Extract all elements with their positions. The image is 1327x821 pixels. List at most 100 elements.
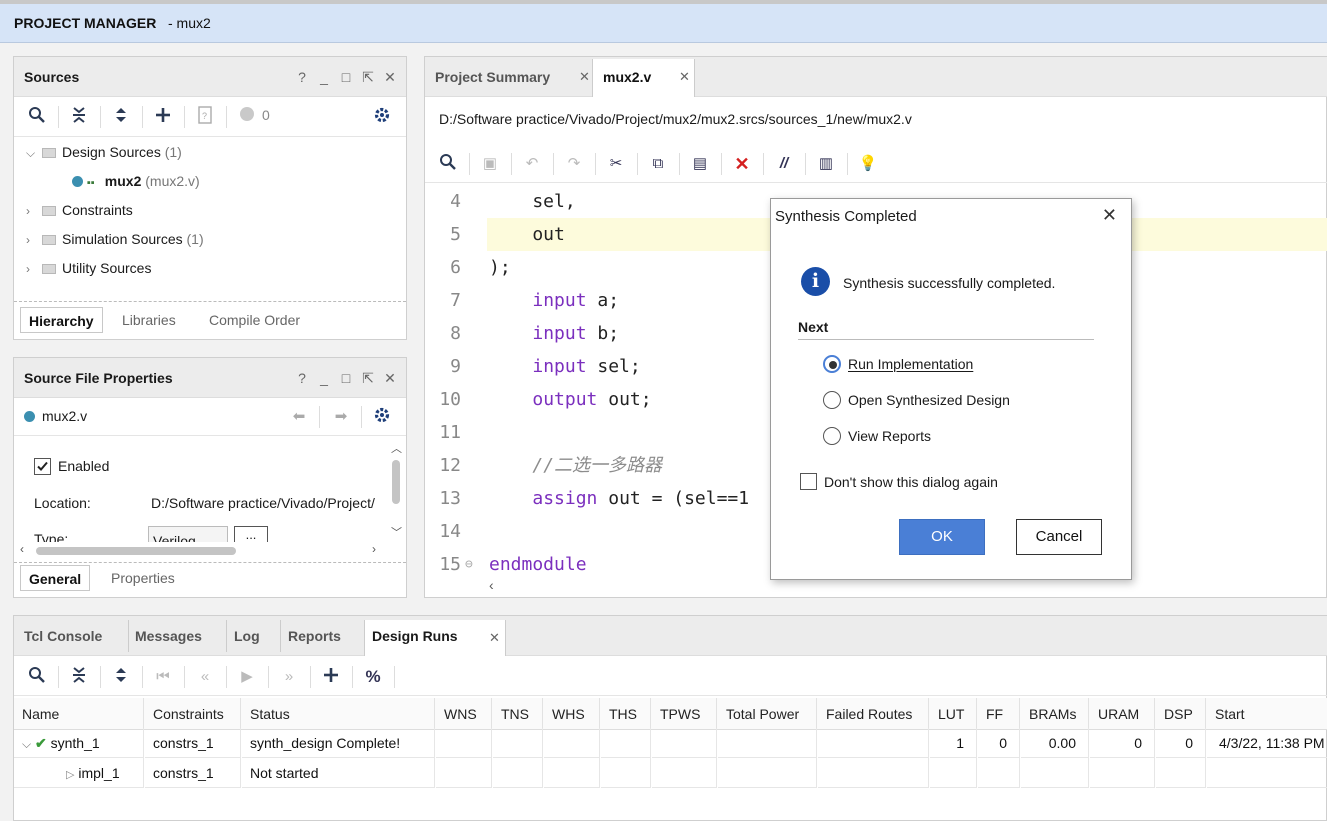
copy-icon[interactable]: ⧉	[647, 153, 669, 175]
option-run-implementation[interactable]: Run Implementation	[823, 354, 1063, 376]
table-row[interactable]: ⌵ ✔ synth_1 constrs_1 synth_design Compl…	[14, 728, 1327, 758]
tab-reports[interactable]: Reports	[288, 628, 341, 644]
scroll-left-icon[interactable]: ‹	[489, 577, 494, 593]
col-uram[interactable]: URAM	[1090, 698, 1155, 730]
help-icon[interactable]: ?	[292, 69, 314, 85]
previous-icon[interactable]: «	[194, 666, 216, 688]
gear-icon[interactable]	[371, 406, 393, 428]
add-icon[interactable]	[320, 666, 342, 688]
minimize-icon[interactable]: _	[314, 370, 336, 386]
tab-libraries[interactable]: Libraries	[114, 307, 184, 333]
dont-show-checkbox[interactable]	[800, 473, 817, 490]
radio-button[interactable]	[823, 355, 841, 373]
close-icon[interactable]: ✕	[1102, 205, 1117, 226]
col-failed-routes[interactable]: Failed Routes	[818, 698, 929, 730]
minimize-icon[interactable]: _	[314, 69, 336, 85]
gear-icon[interactable]	[371, 106, 393, 128]
close-tab-icon[interactable]: ✕	[489, 630, 500, 646]
horizontal-scrollbar[interactable]: ‹ ›	[18, 542, 386, 558]
col-whs[interactable]: WHS	[544, 698, 600, 730]
close-tab-icon[interactable]: ✕	[579, 59, 590, 95]
expand-all-icon[interactable]	[110, 666, 132, 688]
tab-tcl-console[interactable]: Tcl Console	[24, 628, 102, 644]
comment-toggle-icon[interactable]: //	[773, 153, 795, 175]
browse-button[interactable]: ...	[234, 526, 268, 542]
ok-button[interactable]: OK	[899, 519, 985, 555]
option-view-reports[interactable]: View Reports	[823, 426, 1063, 448]
help-icon[interactable]: ?	[292, 370, 314, 386]
save-icon[interactable]: ▣	[479, 153, 501, 175]
document-icon[interactable]: ?	[194, 106, 216, 128]
radio-button[interactable]	[823, 427, 841, 445]
cut-icon[interactable]: ✂	[605, 153, 627, 175]
collapse-all-icon[interactable]	[68, 666, 90, 688]
search-icon[interactable]	[26, 106, 48, 128]
col-dsp[interactable]: DSP	[1156, 698, 1206, 730]
col-tns[interactable]: TNS	[493, 698, 543, 730]
delete-icon[interactable]: ✕	[731, 153, 753, 175]
forward-arrow-icon[interactable]: ➡	[330, 406, 352, 428]
vertical-scrollbar[interactable]: ︿ ﹀	[388, 440, 404, 542]
back-arrow-icon[interactable]: ⬅	[288, 406, 310, 428]
tab-messages[interactable]: Messages	[135, 628, 202, 644]
paste-icon[interactable]: ▤	[689, 153, 711, 175]
search-icon[interactable]	[26, 666, 48, 688]
col-lut[interactable]: LUT	[930, 698, 977, 730]
tab-properties[interactable]: Properties	[103, 565, 183, 591]
tab-design-runs[interactable]: Design Runs ✕	[364, 620, 506, 656]
col-wns[interactable]: WNS	[436, 698, 492, 730]
tab-project-summary[interactable]: Project Summary ✕	[425, 59, 593, 95]
tab-general[interactable]: General	[20, 565, 91, 591]
expand-all-icon[interactable]	[110, 106, 132, 128]
type-field[interactable]: Verilog	[148, 526, 228, 542]
search-icon[interactable]	[437, 153, 459, 175]
tree-design-sources[interactable]: ⌵ Design Sources (1)	[26, 141, 182, 163]
col-start[interactable]: Start	[1207, 698, 1327, 730]
table-row[interactable]: ▷ impl_1 constrs_1 Not started	[14, 758, 1327, 788]
col-status[interactable]: Status	[242, 698, 435, 730]
chevron-down-icon[interactable]: ⌵	[22, 737, 31, 751]
col-constraints[interactable]: Constraints	[145, 698, 241, 730]
fold-icon[interactable]: ⊖	[465, 548, 473, 575]
col-total-power[interactable]: Total Power	[718, 698, 817, 730]
chevron-right-icon[interactable]: ›	[26, 229, 40, 251]
col-ff[interactable]: FF	[978, 698, 1020, 730]
next-icon[interactable]: »	[278, 666, 300, 688]
percent-icon[interactable]: %	[362, 666, 384, 688]
tab-log[interactable]: Log	[234, 628, 260, 644]
tab-mux2-v[interactable]: mux2.v ✕	[592, 59, 695, 97]
col-name[interactable]: Name	[14, 698, 144, 730]
close-tab-icon[interactable]: ✕	[679, 59, 690, 95]
play-icon[interactable]: ▶	[236, 666, 258, 688]
undo-icon[interactable]: ↶	[521, 153, 543, 175]
float-icon[interactable]: ⇱	[358, 370, 380, 387]
add-icon[interactable]	[152, 106, 174, 128]
tree-simulation-sources[interactable]: › Simulation Sources (1)	[26, 228, 204, 250]
col-ths[interactable]: THS	[601, 698, 651, 730]
cancel-button[interactable]: Cancel	[1016, 519, 1102, 555]
maximize-icon[interactable]: □	[336, 370, 358, 386]
maximize-icon[interactable]: □	[336, 69, 358, 85]
col-brams[interactable]: BRAMs	[1021, 698, 1089, 730]
tab-hierarchy[interactable]: Hierarchy	[20, 307, 103, 333]
collapse-all-icon[interactable]	[68, 106, 90, 128]
redo-icon[interactable]: ↷	[563, 153, 585, 175]
tab-compile-order[interactable]: Compile Order	[201, 307, 308, 333]
col-tpws[interactable]: TPWS	[652, 698, 717, 730]
tree-constraints[interactable]: › Constraints	[26, 199, 133, 221]
tree-utility-sources[interactable]: › Utility Sources	[26, 257, 151, 279]
close-icon[interactable]: ✕	[380, 69, 402, 86]
option-open-synthesized-design[interactable]: Open Synthesized Design	[823, 390, 1063, 412]
radio-button[interactable]	[823, 391, 841, 409]
chevron-right-icon[interactable]: ›	[26, 258, 40, 280]
chevron-right-icon[interactable]: ›	[26, 200, 40, 222]
lightbulb-icon[interactable]: 💡	[857, 153, 879, 175]
columns-icon[interactable]: ▥	[815, 153, 837, 175]
float-icon[interactable]: ⇱	[358, 69, 380, 86]
tree-mux2[interactable]: ▪▪ mux2 (mux2.v)	[72, 170, 200, 192]
chevron-down-icon[interactable]: ⌵	[26, 142, 40, 164]
enabled-checkbox[interactable]	[34, 458, 51, 475]
first-icon[interactable]: ⏮	[152, 666, 174, 688]
dont-show-again[interactable]: Don't show this dialog again	[800, 472, 1060, 494]
close-icon[interactable]: ✕	[380, 370, 402, 387]
